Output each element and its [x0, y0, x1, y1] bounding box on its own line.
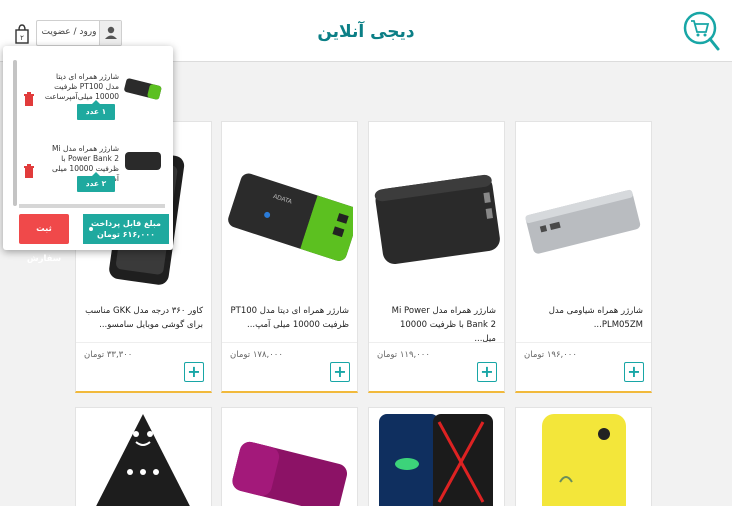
- add-to-cart-button[interactable]: +: [624, 362, 644, 382]
- cart-total: مبلغ قابل پرداخت ۶۱۶,۰۰۰ تومان: [83, 214, 169, 244]
- svg-text:۲: ۲: [20, 34, 24, 42]
- cart-item: شارژر همراه ای دیتا مدل PT100 ظرفیت 1000…: [19, 60, 165, 130]
- product-title[interactable]: کاور ۳۶۰ درجه مدل GKK مناسب برای گوشی مو…: [84, 304, 203, 332]
- cart-item-image: [125, 152, 161, 170]
- product-image[interactable]: ADATA: [226, 142, 353, 292]
- cart-total-value: ۶۱۶,۰۰۰ تومان: [97, 230, 155, 239]
- cart-divider: [19, 204, 165, 208]
- divider: [516, 342, 651, 343]
- trash-icon[interactable]: [23, 92, 35, 106]
- add-to-cart-button[interactable]: +: [184, 362, 204, 382]
- product-card[interactable]: شارژر همراه مدل Mi Power Bank 2 با ظرفیت…: [368, 121, 505, 393]
- add-to-cart-button[interactable]: +: [330, 362, 350, 382]
- trash-icon[interactable]: [23, 164, 35, 178]
- product-title[interactable]: شارژر همراه مدل Mi Power Bank 2 با ظرفیت…: [377, 304, 496, 346]
- divider: [222, 342, 357, 343]
- cart-total-label: مبلغ قابل پرداخت: [91, 219, 161, 228]
- product-card[interactable]: شارژر همراه شیاومی مدل PLM05ZM... ۱۹۶,۰۰…: [515, 121, 652, 393]
- product-image[interactable]: [520, 412, 647, 506]
- product-card[interactable]: [221, 407, 358, 506]
- product-price: ۱۱۹,۰۰۰ تومان: [377, 350, 430, 360]
- product-card[interactable]: [75, 407, 212, 506]
- add-to-cart-button[interactable]: +: [477, 362, 497, 382]
- divider: [76, 342, 211, 343]
- divider: [369, 342, 504, 343]
- product-image[interactable]: [226, 412, 353, 506]
- user-icon: [99, 21, 121, 45]
- submit-order-button[interactable]: ثبت سفارش: [19, 214, 69, 264]
- product-image[interactable]: [373, 412, 500, 506]
- product-card[interactable]: ADATA شارژر همراه ای دیتا مدل PT100 ظرفی…: [221, 121, 358, 393]
- product-card[interactable]: [368, 407, 505, 506]
- product-title[interactable]: شارژر همراه ای دیتا مدل PT100 ظرفیت 1000…: [230, 304, 350, 332]
- cart-item: شارژر همراه مدل Mi Power Bank 2 با ظرفیت…: [19, 132, 165, 202]
- product-image[interactable]: [373, 142, 500, 292]
- cart-dropdown: شارژر همراه ای دیتا مدل PT100 ظرفیت 1000…: [3, 46, 173, 264]
- cart-item-image: [124, 78, 162, 100]
- cart-scrollbar[interactable]: [13, 60, 17, 206]
- product-image[interactable]: [520, 142, 647, 292]
- product-price: ۳۳,۳۰۰ تومان: [84, 350, 133, 360]
- product-price: ۱۷۸,۰۰۰ تومان: [230, 350, 283, 360]
- cart-item-quantity: ۱ عدد: [77, 100, 115, 120]
- product-card[interactable]: [515, 407, 652, 506]
- login-label: ورود / عضویت: [41, 27, 97, 37]
- page: دیجی آنلاین ورود / عضویت ۲ شارژر همراه ش…: [0, 0, 732, 506]
- cart-search-logo-icon[interactable]: [682, 10, 720, 52]
- login-register-button[interactable]: ورود / عضویت: [36, 20, 122, 46]
- product-image[interactable]: [80, 412, 207, 506]
- cart-item-title: شارژر همراه ای دیتا مدل PT100 ظرفیت 1000…: [44, 72, 119, 101]
- product-title[interactable]: شارژر همراه شیاومی مدل PLM05ZM...: [524, 304, 643, 332]
- cart-item-quantity: ۲ عدد: [77, 172, 115, 192]
- shopping-bag-icon[interactable]: ۲: [14, 24, 30, 44]
- product-price: ۱۹۶,۰۰۰ تومان: [524, 350, 577, 360]
